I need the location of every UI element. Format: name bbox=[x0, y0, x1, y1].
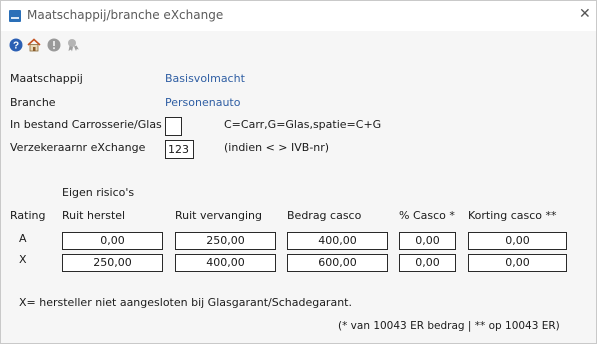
carrosserie-hint: C=Carr,G=Glas,spatie=C+G bbox=[224, 118, 382, 131]
verzekeraar-label: Verzekeraarnr eXchange bbox=[10, 141, 146, 154]
header-korting-casco: Korting casco ** bbox=[468, 209, 557, 222]
title-bar: Maatschappij/branche eXchange ✕ bbox=[1, 1, 596, 31]
window-title: Maatschappij/branche eXchange bbox=[27, 8, 224, 22]
korting-casco-input[interactable]: 0,00 bbox=[468, 232, 567, 250]
branche-label: Branche bbox=[10, 96, 56, 109]
close-icon[interactable]: ✕ bbox=[579, 6, 591, 22]
svg-text:?: ? bbox=[13, 41, 19, 52]
ruit-herstel-input[interactable]: 0,00 bbox=[62, 232, 163, 250]
home-icon[interactable] bbox=[27, 38, 41, 52]
x-note: X= hersteller niet aangesloten bij Glasg… bbox=[19, 296, 352, 309]
verzekeraar-hint: (indien < > IVB-nr) bbox=[224, 141, 330, 154]
footnote: (* van 10043 ER bedrag | ** op 10043 ER) bbox=[338, 320, 560, 332]
app-icon bbox=[9, 10, 21, 22]
pct-casco-input[interactable]: 0,00 bbox=[399, 232, 456, 250]
ruit-herstel-input[interactable]: 250,00 bbox=[62, 254, 163, 272]
header-bedrag-casco: Bedrag casco bbox=[287, 209, 362, 222]
pct-casco-input[interactable]: 0,00 bbox=[399, 254, 456, 272]
branche-value: Personenauto bbox=[165, 96, 241, 109]
dialog-window: Maatschappij/branche eXchange ✕ ? Maatsc… bbox=[0, 0, 597, 344]
bedrag-casco-input[interactable]: 400,00 bbox=[287, 232, 388, 250]
ruit-vervanging-input[interactable]: 400,00 bbox=[175, 254, 276, 272]
row-rating: X bbox=[19, 253, 27, 266]
bedrag-casco-input[interactable]: 600,00 bbox=[287, 254, 388, 272]
row-rating: A bbox=[19, 232, 27, 245]
header-rating: Rating bbox=[10, 209, 46, 222]
carrosserie-input[interactable] bbox=[165, 117, 182, 136]
maatschappij-value: Basisvolmacht bbox=[165, 72, 245, 85]
form-content: Maatschappij Basisvolmacht Branche Perso… bbox=[1, 59, 596, 343]
maatschappij-label: Maatschappij bbox=[10, 72, 83, 85]
korting-casco-input[interactable]: 0,00 bbox=[468, 254, 567, 272]
info-icon[interactable] bbox=[47, 38, 61, 52]
header-ruit-herstel: Ruit herstel bbox=[62, 209, 126, 222]
toolbar: ? bbox=[1, 31, 596, 59]
help-icon[interactable]: ? bbox=[9, 38, 23, 52]
eigen-risico-title: Eigen risico's bbox=[62, 186, 135, 199]
header-ruit-vervanging: Ruit vervanging bbox=[175, 209, 263, 222]
ruit-vervanging-input[interactable]: 250,00 bbox=[175, 232, 276, 250]
badge-icon[interactable] bbox=[66, 38, 80, 52]
verzekeraar-input[interactable]: 123 bbox=[165, 140, 194, 159]
carrosserie-label: In bestand Carrosserie/Glas bbox=[10, 118, 162, 131]
header-pct-casco: % Casco * bbox=[399, 209, 455, 222]
